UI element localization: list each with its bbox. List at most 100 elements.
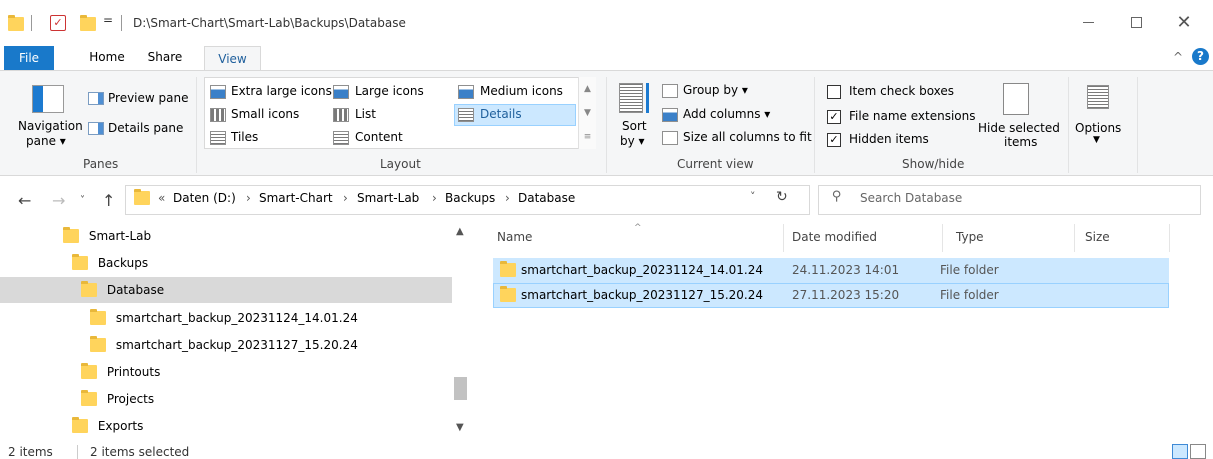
hide-selected-items-button[interactable]: Hide selected [978,121,1060,135]
tree-item-backups[interactable]: Backups [72,250,148,276]
small-icons-icon [210,108,226,122]
chevron-down-icon[interactable]: ▼ [579,101,596,125]
tab-view[interactable]: View [204,46,261,71]
tree-item-printouts[interactable]: Printouts [81,359,160,385]
column-divider[interactable] [942,224,943,252]
breadcrumb-backups[interactable]: Backups [445,191,495,205]
chevron-up-icon[interactable]: ^ [1173,50,1183,64]
window-title: D:\Smart-Chart\Smart-Lab\Backups\Databas… [133,16,406,30]
extra-large-icons-icon [210,85,226,99]
chevron-down-icon[interactable]: ▼ [1093,135,1100,145]
navigation-pane-button[interactable]: Navigation [18,119,83,133]
add-columns-label: Add columns [683,107,761,121]
ribbon-tabs: File Home Share View ^ ? [0,44,1213,71]
navigation-pane-label: Navigation [18,119,83,133]
chevron-down-icon: ▾ [55,134,66,148]
hidden-items-checkbox[interactable]: ✓ [827,133,841,147]
size-all-columns-button[interactable]: Size all columns to fit [683,130,812,144]
back-arrow-icon[interactable]: ← [18,191,31,210]
tree-item-database[interactable]: Database [81,277,164,303]
small-icons-option[interactable]: Small icons [231,107,299,121]
hide-selected-items-button-line2[interactable]: items [1004,135,1037,149]
scroll-up-icon[interactable]: ▲ [456,226,464,237]
maximize-button[interactable] [1113,0,1159,44]
layout-group-label: Layout [380,157,421,171]
column-divider[interactable] [783,224,784,252]
recent-locations-chevron-icon[interactable]: ˅ [80,195,85,206]
extra-large-icons-option[interactable]: Extra large icons [231,84,332,98]
details-pane-button[interactable]: Details pane [108,121,183,135]
chevron-down-icon: ▾ [738,83,748,97]
help-icon[interactable]: ? [1192,48,1209,65]
item-check-boxes-checkbox[interactable] [827,85,841,99]
minimize-button[interactable] [1065,0,1111,44]
large-icons-icon [333,85,349,99]
tab-share[interactable]: Share [140,44,190,70]
nav-pane-scrollbar[interactable]: ▲ ▼ [452,222,469,440]
options-button[interactable]: Options [1075,121,1121,135]
details-option[interactable]: Details [480,107,522,121]
table-row[interactable]: smartchart_backup_20231124_14.01.24 24.1… [493,258,1169,283]
forward-arrow-icon[interactable]: → [52,191,65,210]
up-arrow-icon[interactable]: ↑ [102,191,115,210]
sort-by-button-line2[interactable]: by ▾ [620,134,645,148]
tiles-option[interactable]: Tiles [231,130,258,144]
content-option[interactable]: Content [355,130,403,144]
chevron-up-icon[interactable]: ▲ [579,77,596,101]
tree-item-label: Database [106,283,165,297]
details-view-icon[interactable] [1172,444,1188,459]
add-columns-button[interactable]: Add columns ▾ [683,107,770,121]
list-option[interactable]: List [355,107,376,121]
chevron-right-icon[interactable]: › [343,191,348,205]
close-button[interactable]: ✕ [1161,0,1207,44]
tree-item-backup-20231124[interactable]: smartchart_backup_20231124_14.01.24 [90,305,358,331]
tree-item-label: Projects [106,392,155,406]
content-icon [333,131,349,145]
group-by-button[interactable]: Group by ▾ [683,83,748,97]
table-row[interactable]: smartchart_backup_20231127_15.20.24 27.1… [493,283,1169,308]
large-icons-view-icon[interactable] [1190,444,1206,459]
sort-ascending-icon: ^ [634,223,642,233]
breadcrumb-daten[interactable]: Daten (D:) [173,191,236,205]
sort-by-button[interactable]: Sort [622,119,647,133]
navigation-pane-button-line2[interactable]: pane ▾ [26,134,66,148]
properties-icon[interactable]: ✓ [50,15,66,31]
item-check-boxes-label: Item check boxes [849,84,955,98]
large-icons-option[interactable]: Large icons [355,84,424,98]
column-header-type[interactable]: Type [956,230,984,244]
column-divider[interactable] [1169,224,1170,252]
column-header-name[interactable]: Name [497,230,532,244]
scroll-down-icon[interactable]: ▼ [456,422,464,433]
file-type: File folder [940,288,999,302]
tree-item-smart-lab[interactable]: Smart-Lab [63,223,151,249]
more-icon[interactable]: ≡ [579,125,596,149]
chevron-down-icon[interactable]: ˅ [750,190,756,203]
chevron-right-icon[interactable]: › [432,191,437,205]
group-divider [606,77,607,173]
layout-gallery-scroll[interactable]: ▲ ▼ ≡ [578,77,596,149]
breadcrumb-smart-chart[interactable]: Smart-Chart [259,191,333,205]
refresh-icon[interactable]: ↻ [776,189,788,205]
column-header-size[interactable]: Size [1085,230,1110,244]
file-name: smartchart_backup_20231124_14.01.24 [521,263,764,277]
status-item-count: 2 items [8,445,53,459]
tree-item-backup-20231127[interactable]: smartchart_backup_20231127_15.20.24 [90,332,358,358]
column-divider[interactable] [1074,224,1075,252]
breadcrumb-database[interactable]: Database [518,191,575,205]
medium-icons-option[interactable]: Medium icons [480,84,563,98]
tree-item-projects[interactable]: Projects [81,386,154,412]
chevron-right-icon[interactable]: › [505,191,510,205]
tab-file[interactable]: File [4,46,54,70]
tab-home[interactable]: Home [82,44,132,70]
group-divider [814,77,815,173]
breadcrumb-smart-lab[interactable]: Smart-Lab [357,191,419,205]
new-folder-icon[interactable] [80,14,96,31]
customize-quick-access-dropdown[interactable]: = [103,13,113,27]
file-name-extensions-checkbox[interactable]: ✓ [827,110,841,124]
chevron-right-icon[interactable]: › [246,191,251,205]
scrollbar-thumb[interactable] [454,377,467,400]
preview-pane-button[interactable]: Preview pane [108,91,188,105]
column-header-date-modified[interactable]: Date modified [792,230,877,244]
address-overflow[interactable]: « [158,191,165,205]
tree-item-exports[interactable]: Exports [72,413,143,439]
